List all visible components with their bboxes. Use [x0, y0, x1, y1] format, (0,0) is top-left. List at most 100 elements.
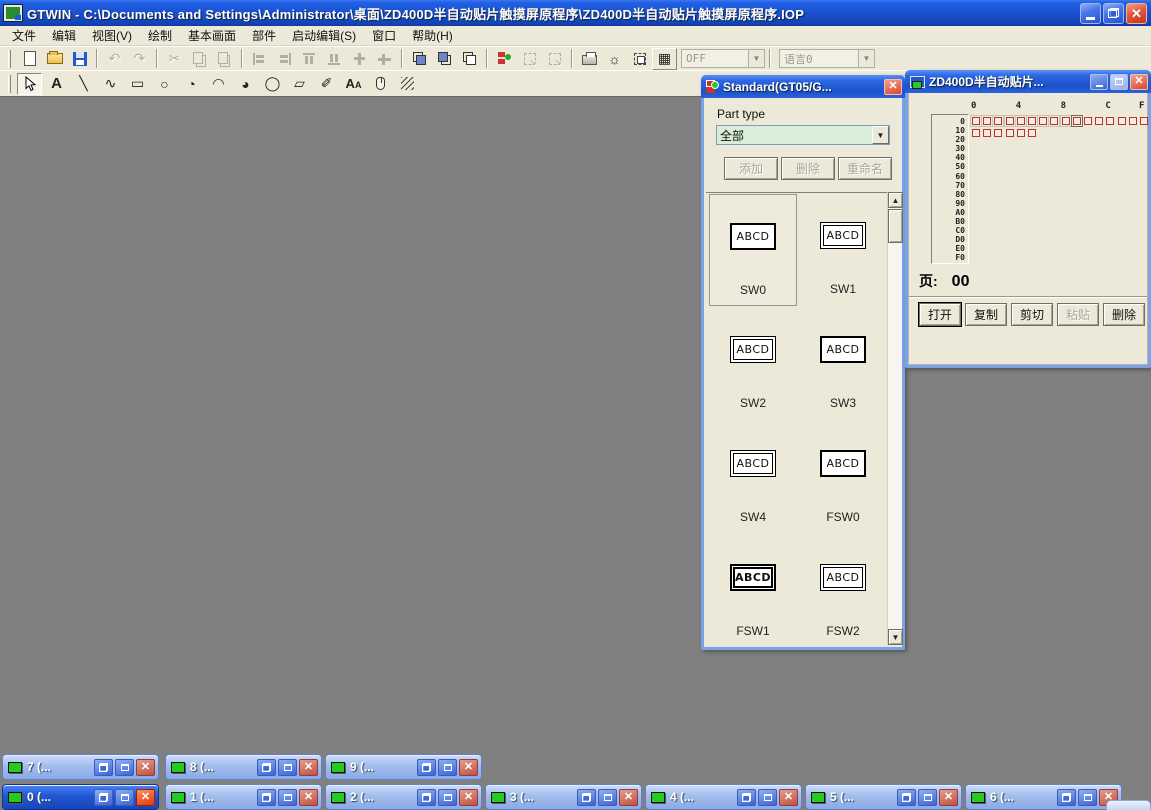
minimized-screen-window[interactable]: 9 (...✕: [325, 754, 482, 780]
screen-page-cell[interactable]: [1006, 129, 1014, 137]
copy-button[interactable]: [187, 48, 212, 70]
minimized-screen-window[interactable]: 2 (...✕: [325, 784, 482, 810]
pie-tool-button[interactable]: ◕: [233, 73, 258, 95]
minimize-button[interactable]: [1080, 3, 1101, 24]
polyline-tool-button[interactable]: ∿: [98, 73, 123, 95]
part-item-sw2[interactable]: ABCD SW2: [709, 308, 797, 420]
close-button[interactable]: ✕: [779, 789, 798, 806]
align-bottom-button[interactable]: [322, 48, 347, 70]
ellipse-tool-button[interactable]: ○: [152, 73, 177, 95]
rename-part-button[interactable]: 重命名: [838, 157, 892, 180]
part-item-fsw2[interactable]: ABCD FSW2: [799, 536, 887, 648]
zoom-out-button[interactable]: [517, 48, 542, 70]
paste-button[interactable]: [212, 48, 237, 70]
maximize-button[interactable]: [115, 759, 134, 776]
minimized-screen-window[interactable]: 8 (...✕: [165, 754, 322, 780]
scroll-up-button[interactable]: ▲: [888, 192, 903, 208]
screen-page-cell[interactable]: [972, 129, 980, 137]
scroll-down-button[interactable]: ▼: [888, 629, 903, 645]
close-button[interactable]: ✕: [459, 789, 478, 806]
transform-button[interactable]: [627, 48, 652, 70]
restore-button[interactable]: [257, 759, 276, 776]
character-style-tool-button[interactable]: AA: [341, 73, 366, 95]
open-screen-button[interactable]: 打开: [919, 303, 961, 326]
minimized-screen-window[interactable]: 4 (...✕: [645, 784, 802, 810]
menu-item-base-screen[interactable]: 基本画面: [180, 25, 244, 46]
screen-manager-title-bar[interactable]: ZD400D半自动贴片... ✕: [905, 70, 1151, 93]
zoom-in-button[interactable]: [542, 48, 567, 70]
text-tool-button[interactable]: A: [44, 73, 69, 95]
scrollbar-thumb[interactable]: [888, 209, 903, 243]
send-to-back-button[interactable]: [432, 48, 457, 70]
palette-title-bar[interactable]: Standard(GT05/G... ✕: [701, 75, 905, 98]
part-item-sw3[interactable]: ABCD SW3: [799, 308, 887, 420]
maximize-button[interactable]: [278, 789, 297, 806]
part-item-fsw0[interactable]: ABCD FSW0: [799, 422, 887, 534]
maximize-button[interactable]: [115, 789, 134, 806]
align-right-button[interactable]: [272, 48, 297, 70]
restore-button[interactable]: [577, 789, 596, 806]
screen-page-cell[interactable]: [1017, 129, 1025, 137]
cut-button[interactable]: ✂: [162, 48, 187, 70]
close-button[interactable]: ✕: [619, 789, 638, 806]
menu-item-parts[interactable]: 部件: [244, 25, 284, 46]
align-left-button[interactable]: [247, 48, 272, 70]
part-type-combobox[interactable]: 全部 ▼: [716, 125, 890, 145]
part-item-sw0[interactable]: ABCD SW0: [709, 194, 797, 306]
maximize-button[interactable]: [758, 789, 777, 806]
minimized-screen-window[interactable]: 5 (...✕: [805, 784, 962, 810]
copy-screen-button[interactable]: 复制: [965, 303, 1007, 326]
arc-tool-button[interactable]: ◠: [206, 73, 231, 95]
restore-button[interactable]: [417, 789, 436, 806]
menu-item-view[interactable]: 视图(V): [84, 25, 140, 46]
restore-button[interactable]: [257, 789, 276, 806]
minimized-screen-window[interactable]: 3 (...✕: [485, 784, 642, 810]
undo-button[interactable]: ↶: [102, 48, 127, 70]
mouse-tool-button[interactable]: [368, 73, 393, 95]
restore-button[interactable]: [1103, 3, 1124, 24]
line-tool-button[interactable]: ╲: [71, 73, 96, 95]
polygon-tool-button[interactable]: ▱: [287, 73, 312, 95]
menu-item-help[interactable]: 帮助(H): [404, 25, 461, 46]
stamp-tool-button[interactable]: ✐: [314, 73, 339, 95]
maximize-button[interactable]: [918, 789, 937, 806]
palette-close-button[interactable]: ✕: [884, 79, 902, 95]
chevron-down-icon[interactable]: ▼: [872, 126, 889, 144]
bring-to-front-button[interactable]: [407, 48, 432, 70]
minimized-window-peek[interactable]: [1106, 800, 1151, 810]
brightness-button[interactable]: ☼: [602, 48, 627, 70]
screen-manager-maximize-button[interactable]: [1110, 74, 1128, 90]
parts-scrollbar[interactable]: ▲ ▼: [887, 192, 902, 645]
off-combobox[interactable]: OFF ▼: [681, 49, 765, 68]
screen-page-cell[interactable]: [1050, 117, 1058, 125]
screen-manager-minimize-button[interactable]: [1090, 74, 1108, 90]
screen-page-cell[interactable]: [1006, 117, 1014, 125]
screen-page-cell[interactable]: [972, 117, 980, 125]
add-part-button[interactable]: 添加: [724, 157, 778, 180]
open-file-button[interactable]: [42, 48, 67, 70]
toolbar-grip[interactable]: [8, 50, 11, 68]
menu-item-draw[interactable]: 绘制: [140, 25, 180, 46]
paste-screen-button[interactable]: 粘贴: [1057, 303, 1099, 326]
delete-screen-button[interactable]: 删除: [1103, 303, 1145, 326]
menu-item-window[interactable]: 窗口: [364, 25, 404, 46]
screen-page-cell[interactable]: [1028, 117, 1036, 125]
close-button[interactable]: ✕: [136, 789, 155, 806]
screen-page-cell[interactable]: [983, 117, 991, 125]
menu-item-startup-editor[interactable]: 启动编辑(S): [284, 25, 364, 46]
restore-button[interactable]: [417, 759, 436, 776]
new-file-button[interactable]: [17, 48, 42, 70]
part-item-sw4[interactable]: ABCD SW4: [709, 422, 797, 534]
screen-page-cell[interactable]: [1084, 117, 1092, 125]
screen-page-cell[interactable]: [994, 117, 1002, 125]
redo-button[interactable]: ↷: [127, 48, 152, 70]
language-combobox[interactable]: 语言0 ▼: [779, 49, 875, 68]
part-item-sw1[interactable]: ABCD SW1: [799, 194, 887, 306]
close-button[interactable]: ✕: [299, 759, 318, 776]
part-item-fsw1[interactable]: ABCD FSW1: [709, 536, 797, 648]
maximize-button[interactable]: [598, 789, 617, 806]
align-top-button[interactable]: [297, 48, 322, 70]
screen-page-cell[interactable]: [1073, 117, 1081, 125]
close-button[interactable]: ✕: [939, 789, 958, 806]
minimized-screen-window[interactable]: 6 (...✕: [965, 784, 1122, 810]
